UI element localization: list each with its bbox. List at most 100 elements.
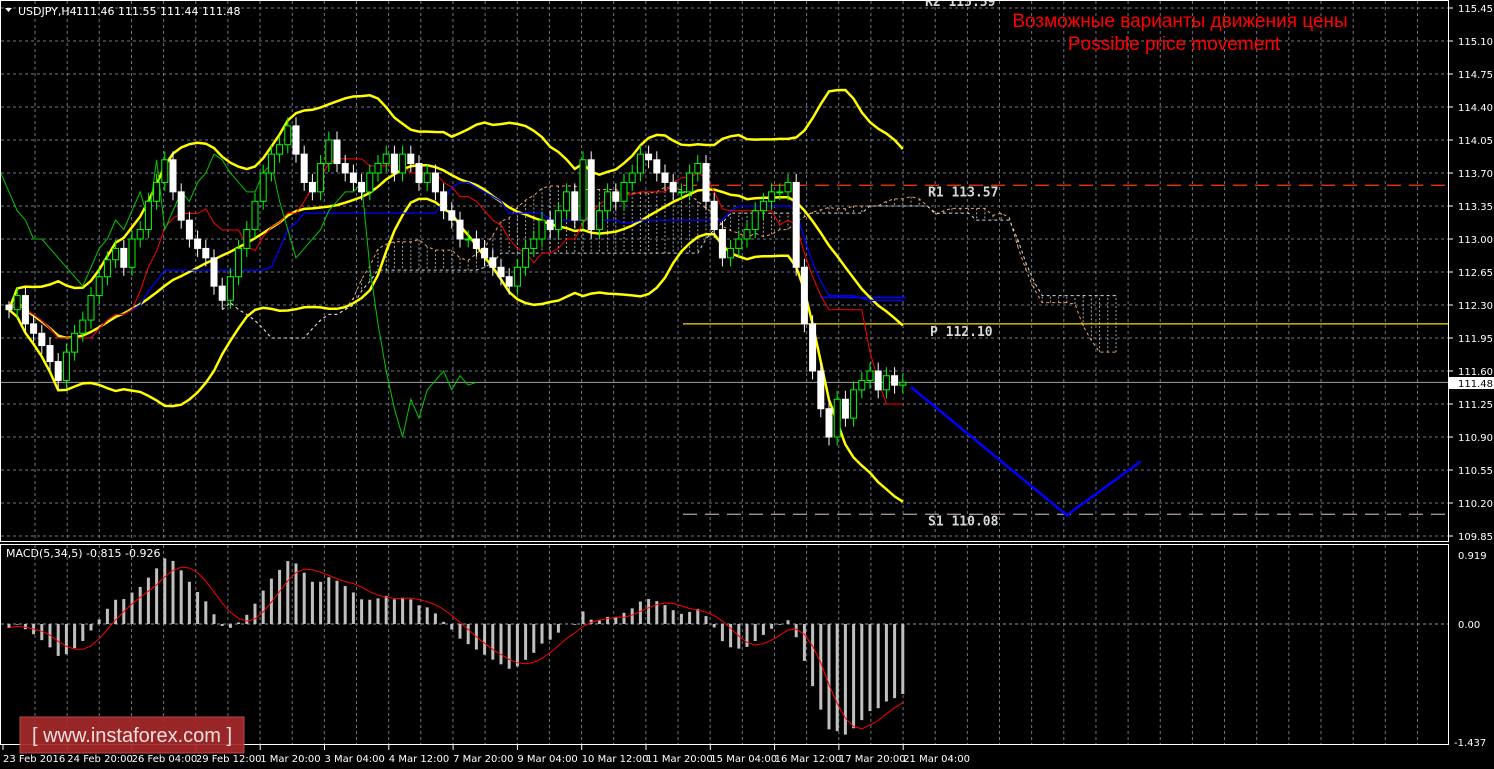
price-tick-label: 110.55 [1458, 466, 1493, 477]
current-price-label: 111.48 [1458, 379, 1493, 390]
candle-body [259, 172, 267, 202]
candle-body [456, 219, 464, 240]
candle-body [554, 210, 562, 231]
candle-body [513, 266, 521, 287]
candle-body [144, 200, 152, 231]
candle-body [284, 125, 292, 146]
time-label: 1 Mar 20:00 [260, 754, 320, 765]
price-tick-label: 111.25 [1458, 400, 1493, 411]
candle-body [325, 139, 333, 165]
candle-body [407, 153, 415, 165]
candle-body [505, 276, 513, 287]
r2-label: R2 115.59 [925, 0, 995, 10]
candle-body [891, 375, 899, 386]
price-tick-label: 110.90 [1458, 433, 1493, 444]
candle-body [440, 191, 448, 212]
candle-body [341, 163, 349, 174]
macd-axis-top: 0.919 [1458, 551, 1487, 562]
candle-body [79, 319, 87, 334]
candle-body [300, 153, 308, 183]
time-label: 11 Mar 20:00 [646, 754, 713, 765]
price-tick-label: 109.85 [1458, 532, 1493, 543]
candle-body [333, 139, 341, 165]
price-chart[interactable]: R1 113.57 P 112.10 S1 110.08 R2 115.59 115.… [0, 0, 1494, 769]
candle-body [423, 172, 431, 183]
time-label: 4 Mar 12:00 [389, 754, 449, 765]
candle-body [833, 398, 841, 438]
candle-body [366, 172, 374, 193]
r1-label: R1 113.57 [928, 185, 998, 200]
candle-body [210, 257, 218, 287]
candle-body [374, 163, 382, 174]
candle-body [735, 238, 743, 249]
candle-body [267, 153, 275, 174]
watermark-text: [ www.instaforex.com ] [32, 725, 232, 747]
candle-body [776, 191, 784, 194]
candle-body [620, 181, 628, 202]
time-label: 26 Feb 04:00 [132, 754, 198, 765]
candle-body [702, 163, 710, 202]
candle-body [161, 159, 169, 183]
candle-body [390, 153, 398, 174]
macd-axis-zero: 0.00 [1458, 620, 1480, 631]
dropdown-triangle-icon[interactable] [5, 8, 12, 12]
price-tick-label: 114.40 [1458, 103, 1493, 114]
candle-body [251, 200, 259, 231]
candle-body [817, 370, 825, 410]
candle-body [800, 266, 808, 325]
candle-body [112, 247, 120, 261]
candle-body [882, 375, 890, 391]
candle-body [276, 144, 284, 155]
grid [1, 1, 1448, 744]
candle-body [686, 172, 694, 193]
time-label: 21 Mar 04:00 [903, 754, 970, 765]
ohlc-values: 111.46 111.55 111.44 111.48 [76, 5, 240, 18]
candle-body [120, 247, 128, 268]
kijun-sen [8, 181, 903, 339]
candle-body [497, 266, 505, 278]
pivot-label: P 112.10 [930, 325, 993, 340]
candle-body [448, 210, 456, 221]
time-label: 7 Mar 20:00 [453, 754, 513, 765]
candle-body [710, 200, 718, 231]
candle-body [694, 163, 702, 174]
candle-body [489, 257, 497, 268]
time-label: 24 Feb 20:00 [67, 754, 133, 765]
price-tick-label: 113.00 [1458, 235, 1493, 246]
candle-body [858, 379, 866, 391]
candle-body [612, 191, 620, 202]
candle-body [563, 191, 571, 212]
candle-body [358, 181, 366, 193]
chart-header: USDJPY,H4 111.46 111.55 111.44 111.48 [5, 5, 240, 18]
candle-body [595, 210, 603, 231]
candle-body [579, 159, 587, 221]
candle-body [841, 398, 849, 419]
candle-body [243, 229, 251, 249]
candle-body [653, 159, 661, 174]
candle-body [866, 370, 874, 381]
candle-body [87, 295, 95, 321]
watermark-logo[interactable]: [ www.instaforex.com ] [19, 716, 245, 754]
candle-body [169, 159, 177, 193]
candle-body [784, 181, 792, 193]
macd-signal-line [8, 566, 904, 730]
candle-body [399, 153, 407, 174]
macd-axis-bottom: -1.437 [1454, 738, 1486, 749]
macd-label: MACD(5,34,5) -0.815 -0.926 [6, 547, 160, 560]
candle-body [46, 345, 54, 363]
candle-body [768, 191, 776, 202]
candle-body [415, 163, 423, 183]
candle-body [645, 153, 653, 161]
candle-body [54, 361, 62, 381]
candle-body [850, 389, 858, 419]
candle-body [792, 181, 800, 268]
candle-body [136, 229, 144, 240]
time-label: 9 Mar 04:00 [517, 754, 577, 765]
axes: 115.45 115.10 114.75 114.40 114.05 113.70 113.… [2, 4, 1493, 765]
candle-body [718, 229, 726, 259]
candle-body [825, 408, 833, 438]
candle-body [95, 276, 103, 297]
macd-histogram [7, 558, 905, 735]
candle-body [472, 238, 480, 249]
candle-body [382, 153, 390, 165]
